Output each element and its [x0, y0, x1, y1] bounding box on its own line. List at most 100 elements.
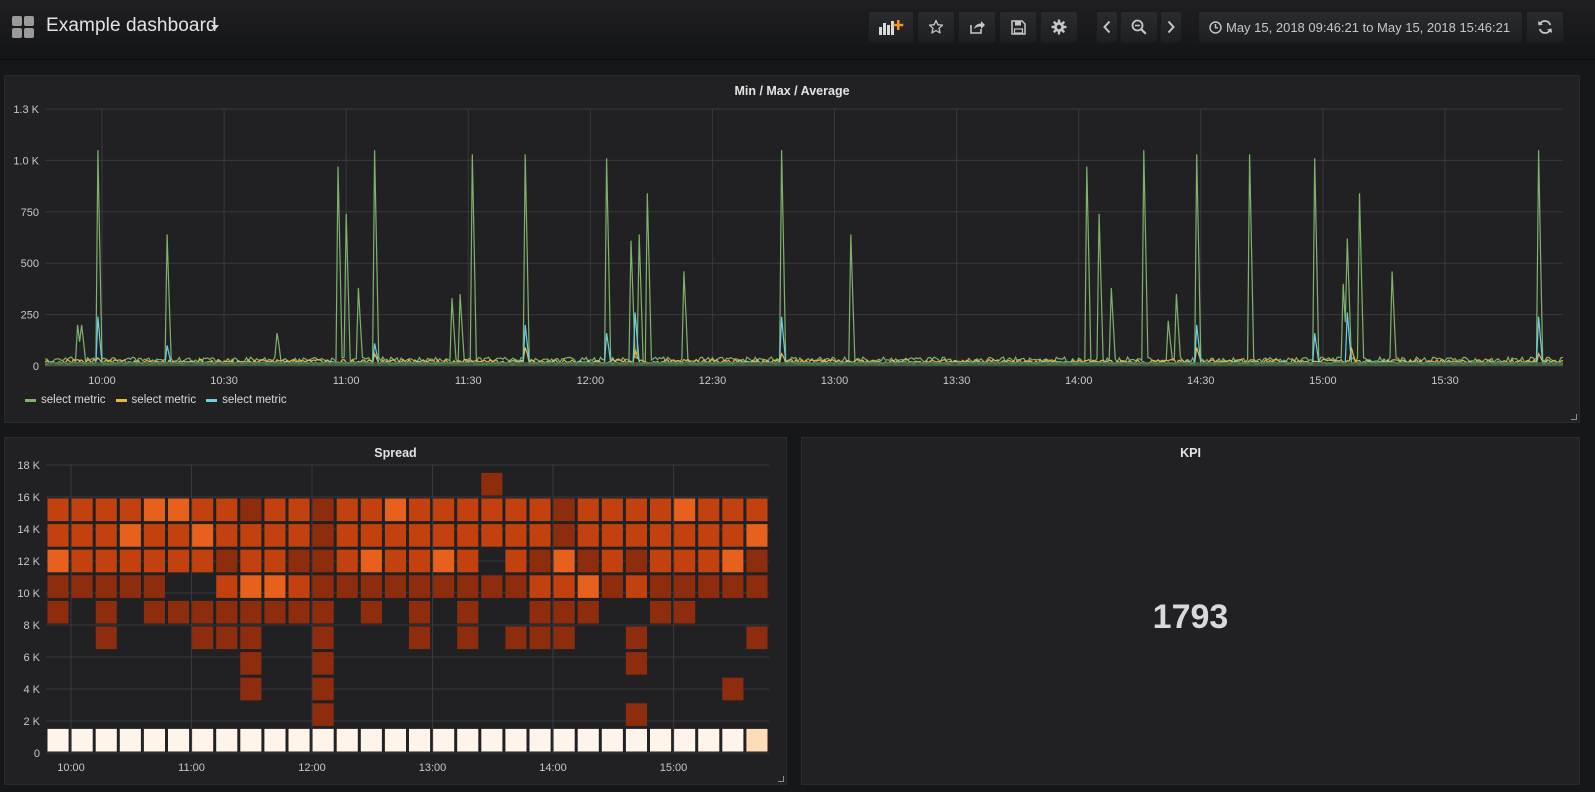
- heatmap-cell[interactable]: [553, 626, 575, 650]
- zoom-out-button[interactable]: [1120, 11, 1158, 43]
- heatmap-cell[interactable]: [674, 498, 696, 522]
- legend-item[interactable]: select metric: [25, 394, 106, 406]
- heatmap-cell[interactable]: [409, 498, 431, 522]
- heatmap-cell[interactable]: [481, 498, 503, 522]
- heatmap-cell[interactable]: [698, 524, 720, 547]
- heatmap-cell[interactable]: [650, 728, 672, 752]
- heatmap-cell[interactable]: [288, 524, 310, 547]
- settings-button[interactable]: [1040, 11, 1078, 43]
- heatmap-cell[interactable]: [505, 626, 527, 650]
- heatmap-cell[interactable]: [312, 600, 334, 624]
- heatmap-cell[interactable]: [384, 524, 406, 547]
- heatmap-cell[interactable]: [119, 549, 141, 573]
- heatmap-cell[interactable]: [336, 549, 358, 573]
- heatmap-cell[interactable]: [529, 626, 551, 650]
- heatmap-cell[interactable]: [505, 575, 527, 598]
- heatmap-cell[interactable]: [119, 728, 141, 752]
- heatmap-cell[interactable]: [71, 524, 93, 547]
- heatmap-cell[interactable]: [143, 575, 165, 598]
- heatmap-cell[interactable]: [481, 728, 503, 752]
- heatmap-cell[interactable]: [553, 498, 575, 522]
- heatmap-cell[interactable]: [746, 498, 768, 522]
- heatmap-cell[interactable]: [216, 575, 238, 598]
- heatmap-cell[interactable]: [240, 728, 262, 752]
- heatmap-cell[interactable]: [312, 677, 334, 701]
- heatmap-cell[interactable]: [746, 524, 768, 547]
- heatmap-cell[interactable]: [698, 575, 720, 598]
- heatmap-cell[interactable]: [95, 728, 117, 752]
- heatmap-cell[interactable]: [601, 728, 623, 752]
- heatmap-cell[interactable]: [216, 549, 238, 573]
- heatmap-cell[interactable]: [192, 524, 214, 547]
- heatmap-cell[interactable]: [119, 524, 141, 547]
- heatmap-cell[interactable]: [433, 524, 455, 547]
- heatmap-cell[interactable]: [47, 575, 69, 598]
- chevron-down-icon[interactable]: [211, 25, 219, 30]
- heatmap-cell[interactable]: [240, 626, 262, 650]
- save-button[interactable]: [999, 11, 1037, 43]
- heatmap-cell[interactable]: [722, 677, 744, 701]
- heatmap-cell[interactable]: [625, 652, 647, 675]
- heatmap-cell[interactable]: [360, 600, 382, 624]
- heatmap-cell[interactable]: [360, 524, 382, 547]
- heatmap-cell[interactable]: [746, 549, 768, 573]
- heatmap-cell[interactable]: [312, 703, 334, 726]
- heatmap-cell[interactable]: [312, 524, 334, 547]
- heatmap-cell[interactable]: [288, 575, 310, 598]
- heatmap-cell[interactable]: [601, 524, 623, 547]
- time-back-button[interactable]: [1096, 11, 1118, 43]
- heatmap-cell[interactable]: [674, 524, 696, 547]
- heatmap-cell[interactable]: [216, 524, 238, 547]
- heatmap-cell[interactable]: [143, 549, 165, 573]
- heatmap-cell[interactable]: [481, 575, 503, 598]
- heatmap-cell[interactable]: [457, 626, 479, 650]
- heatmap-cell[interactable]: [577, 498, 599, 522]
- heatmap-cell[interactable]: [336, 575, 358, 598]
- heatmap-cell[interactable]: [505, 728, 527, 752]
- heatmap-cell[interactable]: [409, 549, 431, 573]
- heatmap-cell[interactable]: [95, 498, 117, 522]
- share-button[interactable]: [958, 11, 996, 43]
- heatmap-cell[interactable]: [384, 549, 406, 573]
- heatmap-cell[interactable]: [674, 575, 696, 598]
- heatmap-cell[interactable]: [529, 728, 551, 752]
- refresh-button[interactable]: [1526, 11, 1564, 43]
- heatmap-cell[interactable]: [722, 498, 744, 522]
- heatmap-cell[interactable]: [505, 549, 527, 573]
- dashboard-title[interactable]: Example dashboard: [46, 15, 217, 37]
- heatmap-cell[interactable]: [553, 575, 575, 598]
- heatmap-cell[interactable]: [168, 498, 190, 522]
- heatmap-cell[interactable]: [192, 600, 214, 624]
- heatmap-cell[interactable]: [168, 600, 190, 624]
- heatmap-cell[interactable]: [192, 498, 214, 522]
- heatmap-cell[interactable]: [264, 549, 286, 573]
- heatmap-cell[interactable]: [481, 472, 503, 496]
- heatmap-cell[interactable]: [674, 728, 696, 752]
- heatmap-cell[interactable]: [95, 524, 117, 547]
- heatmap-cell[interactable]: [698, 728, 720, 752]
- heatmap-cell[interactable]: [312, 652, 334, 675]
- heatmap-cell[interactable]: [71, 728, 93, 752]
- heatmap-cell[interactable]: [625, 703, 647, 726]
- star-button[interactable]: [917, 11, 955, 43]
- heatmap-cell[interactable]: [625, 549, 647, 573]
- heatmap-cell[interactable]: [288, 600, 310, 624]
- heatmap-cell[interactable]: [722, 575, 744, 598]
- heatmap-cell[interactable]: [433, 549, 455, 573]
- heatmap-cell[interactable]: [384, 728, 406, 752]
- heatmap-cell[interactable]: [360, 498, 382, 522]
- heatmap-cell[interactable]: [529, 549, 551, 573]
- heatmap-cell[interactable]: [625, 498, 647, 522]
- heatmap-cell[interactable]: [264, 575, 286, 598]
- heatmap-cell[interactable]: [240, 524, 262, 547]
- heatmap-cell[interactable]: [433, 728, 455, 752]
- heatmap-cell[interactable]: [409, 728, 431, 752]
- heatmap-cell[interactable]: [457, 549, 479, 573]
- heatmap-cell[interactable]: [168, 549, 190, 573]
- heatmap-cell[interactable]: [553, 549, 575, 573]
- heatmap-cell[interactable]: [409, 575, 431, 598]
- heatmap-cell[interactable]: [95, 549, 117, 573]
- heatmap-cell[interactable]: [722, 728, 744, 752]
- heatmap-cell[interactable]: [505, 524, 527, 547]
- heatmap-cell[interactable]: [143, 600, 165, 624]
